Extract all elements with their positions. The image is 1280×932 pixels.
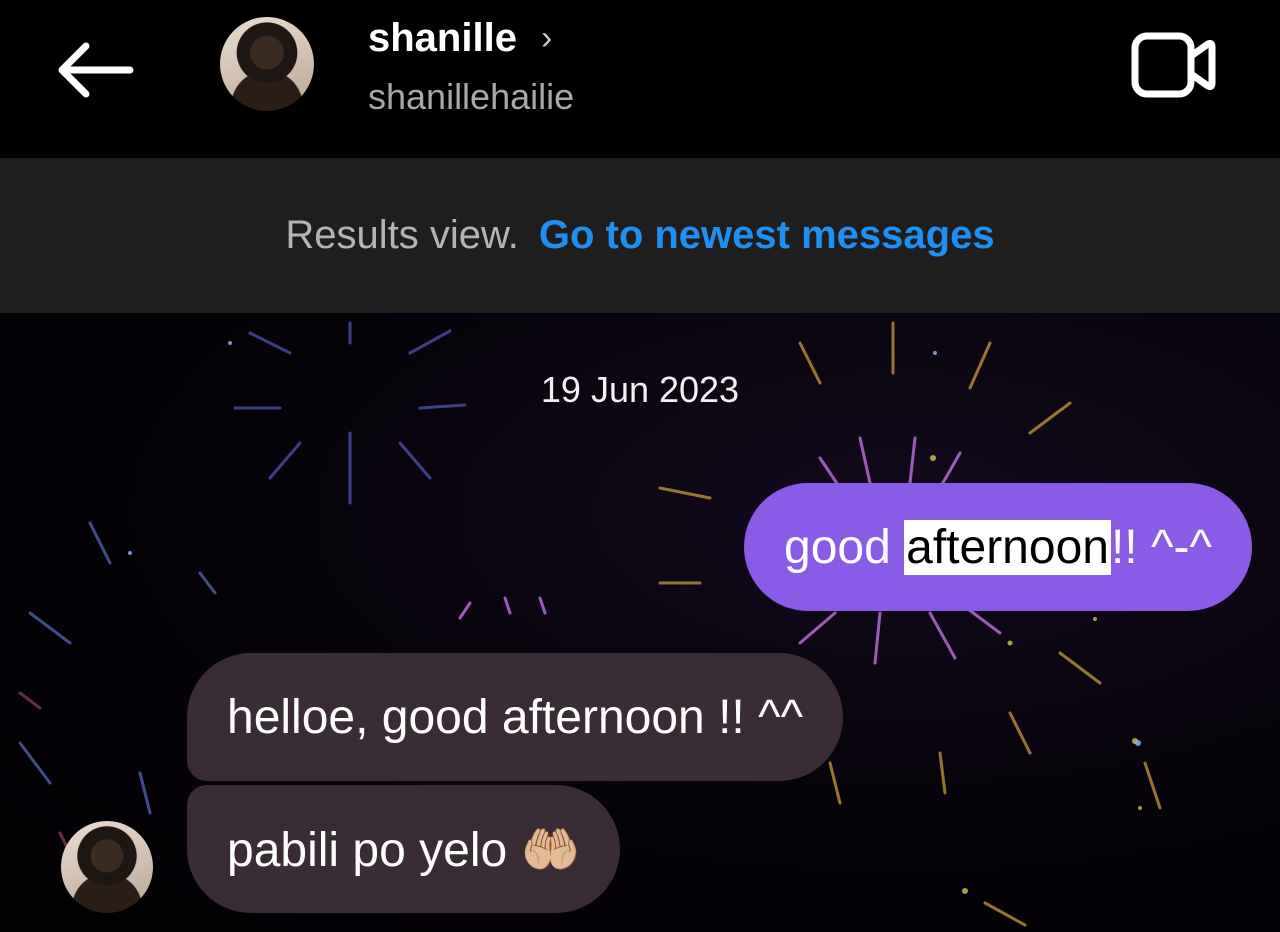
- profile-username: shanillehailie: [368, 76, 575, 117]
- chat-header: shanille › shanillehailie: [0, 0, 1280, 158]
- sent-message-text-start: good: [784, 520, 905, 574]
- received-message-bubble[interactable]: helloe, good afternoon !! ^^: [187, 653, 844, 781]
- profile-avatar[interactable]: [220, 17, 314, 111]
- sent-message-bubble[interactable]: good afternoon!! ^-^: [744, 483, 1252, 611]
- chat-thread[interactable]: 19 Jun 2023 good afternoon!! ^-^ helloe,…: [0, 313, 1280, 932]
- profile-name-link[interactable]: shanille ›: [368, 16, 552, 61]
- date-separator: 19 Jun 2023: [540, 369, 740, 410]
- search-highlight: afternoon: [904, 519, 1111, 575]
- video-call-icon[interactable]: [1130, 30, 1216, 100]
- profile-name: shanille: [368, 16, 517, 60]
- results-view-label: Results view.: [285, 213, 519, 257]
- received-message-bubble[interactable]: pabili po yelo 🤲🏼: [187, 785, 621, 913]
- received-message-text: helloe, good afternoon !! ^^: [227, 690, 804, 744]
- chevron-right-icon: ›: [540, 19, 553, 57]
- results-view-banner: Results view. Go to newest messages: [0, 158, 1280, 313]
- received-message-text: pabili po yelo 🤲🏼: [227, 823, 581, 877]
- go-to-newest-link[interactable]: Go to newest messages: [539, 213, 995, 258]
- sender-avatar[interactable]: [61, 821, 153, 913]
- back-arrow-icon[interactable]: [52, 36, 136, 104]
- sent-message-text-end: !! ^-^: [1110, 520, 1212, 574]
